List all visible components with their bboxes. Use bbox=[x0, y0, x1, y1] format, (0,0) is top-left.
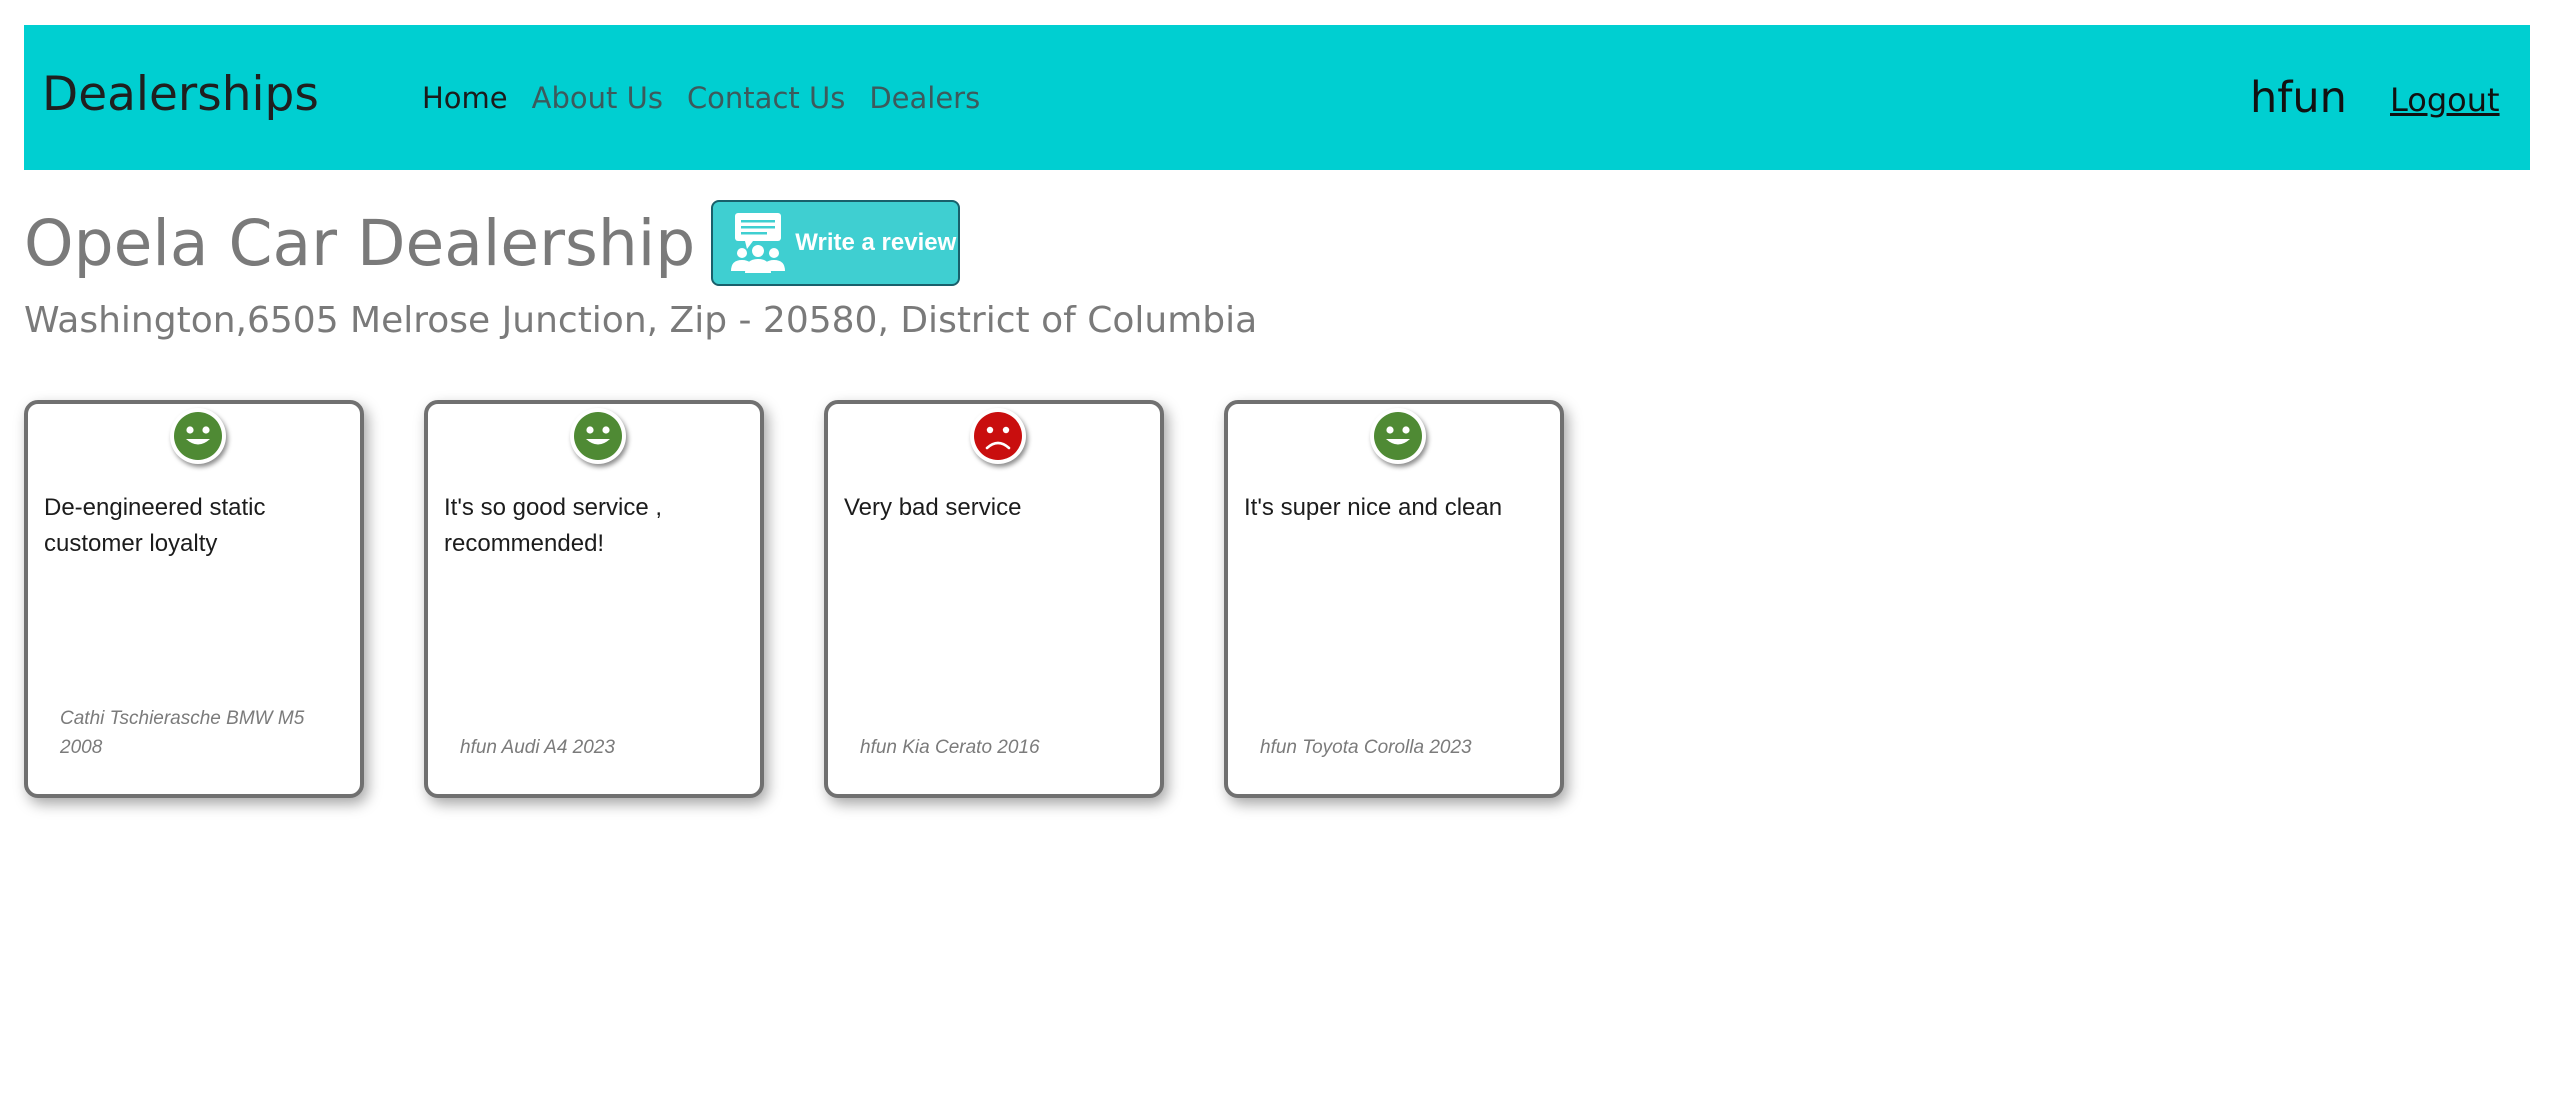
review-card: De-engineered static customer loyalty Ca… bbox=[24, 400, 364, 798]
nav-link-about-us[interactable]: About Us bbox=[532, 81, 663, 115]
reviewer-info: hfun Kia Cerato 2016 bbox=[860, 737, 1040, 758]
review-cards: De-engineered static customer loyalty Ca… bbox=[24, 400, 1564, 798]
nav-links: Home About Us Contact Us Dealers bbox=[422, 81, 980, 115]
reviewer-info: Cathi Tschierasche BMW M5 2008 bbox=[60, 708, 305, 758]
review-text: It's so good service , recommended! bbox=[444, 494, 663, 557]
review-text: Very bad service bbox=[844, 494, 1022, 521]
write-review-button[interactable]: Write a review bbox=[711, 200, 961, 286]
dealer-name-title: Opela Car Dealership bbox=[24, 206, 696, 280]
review-text: It's super nice and clean bbox=[1244, 494, 1503, 521]
top-navbar: Dealerships Home About Us Contact Us Dea… bbox=[24, 25, 2530, 170]
sentiment-badge bbox=[1370, 408, 1426, 464]
frown-negative-icon bbox=[974, 412, 1022, 460]
sentiment-badge bbox=[170, 408, 226, 464]
smiley-positive-icon bbox=[1374, 412, 1422, 460]
dealer-address: Washington,6505 Melrose Junction, Zip - … bbox=[24, 300, 1258, 341]
review-people-icon bbox=[731, 213, 786, 273]
smiley-positive-icon bbox=[574, 412, 622, 460]
review-card: It's super nice and clean hfun Toyota Co… bbox=[1224, 400, 1564, 798]
review-card: It's so good service , recommended! hfun… bbox=[424, 400, 764, 798]
brand-link[interactable]: Dealerships bbox=[42, 67, 319, 122]
nav-link-contact-us[interactable]: Contact Us bbox=[687, 81, 845, 115]
review-text: De-engineered static customer loyalty bbox=[44, 494, 266, 557]
logout-link[interactable]: Logout bbox=[2390, 81, 2500, 119]
review-card: Very bad service hfun Kia Cerato 2016 bbox=[824, 400, 1164, 798]
smiley-positive-icon bbox=[174, 412, 222, 460]
nav-link-home[interactable]: Home bbox=[422, 81, 508, 115]
write-review-label: Write a review bbox=[795, 229, 957, 256]
dealer-header: Opela Car Dealership Write a review bbox=[24, 196, 961, 290]
sentiment-badge bbox=[570, 408, 626, 464]
sentiment-badge bbox=[970, 408, 1026, 464]
reviewer-info: hfun Toyota Corolla 2023 bbox=[1260, 737, 1472, 758]
nav-link-dealers[interactable]: Dealers bbox=[869, 81, 980, 115]
username-label: hfun bbox=[2250, 73, 2347, 123]
reviewer-info: hfun Audi A4 2023 bbox=[460, 737, 615, 758]
